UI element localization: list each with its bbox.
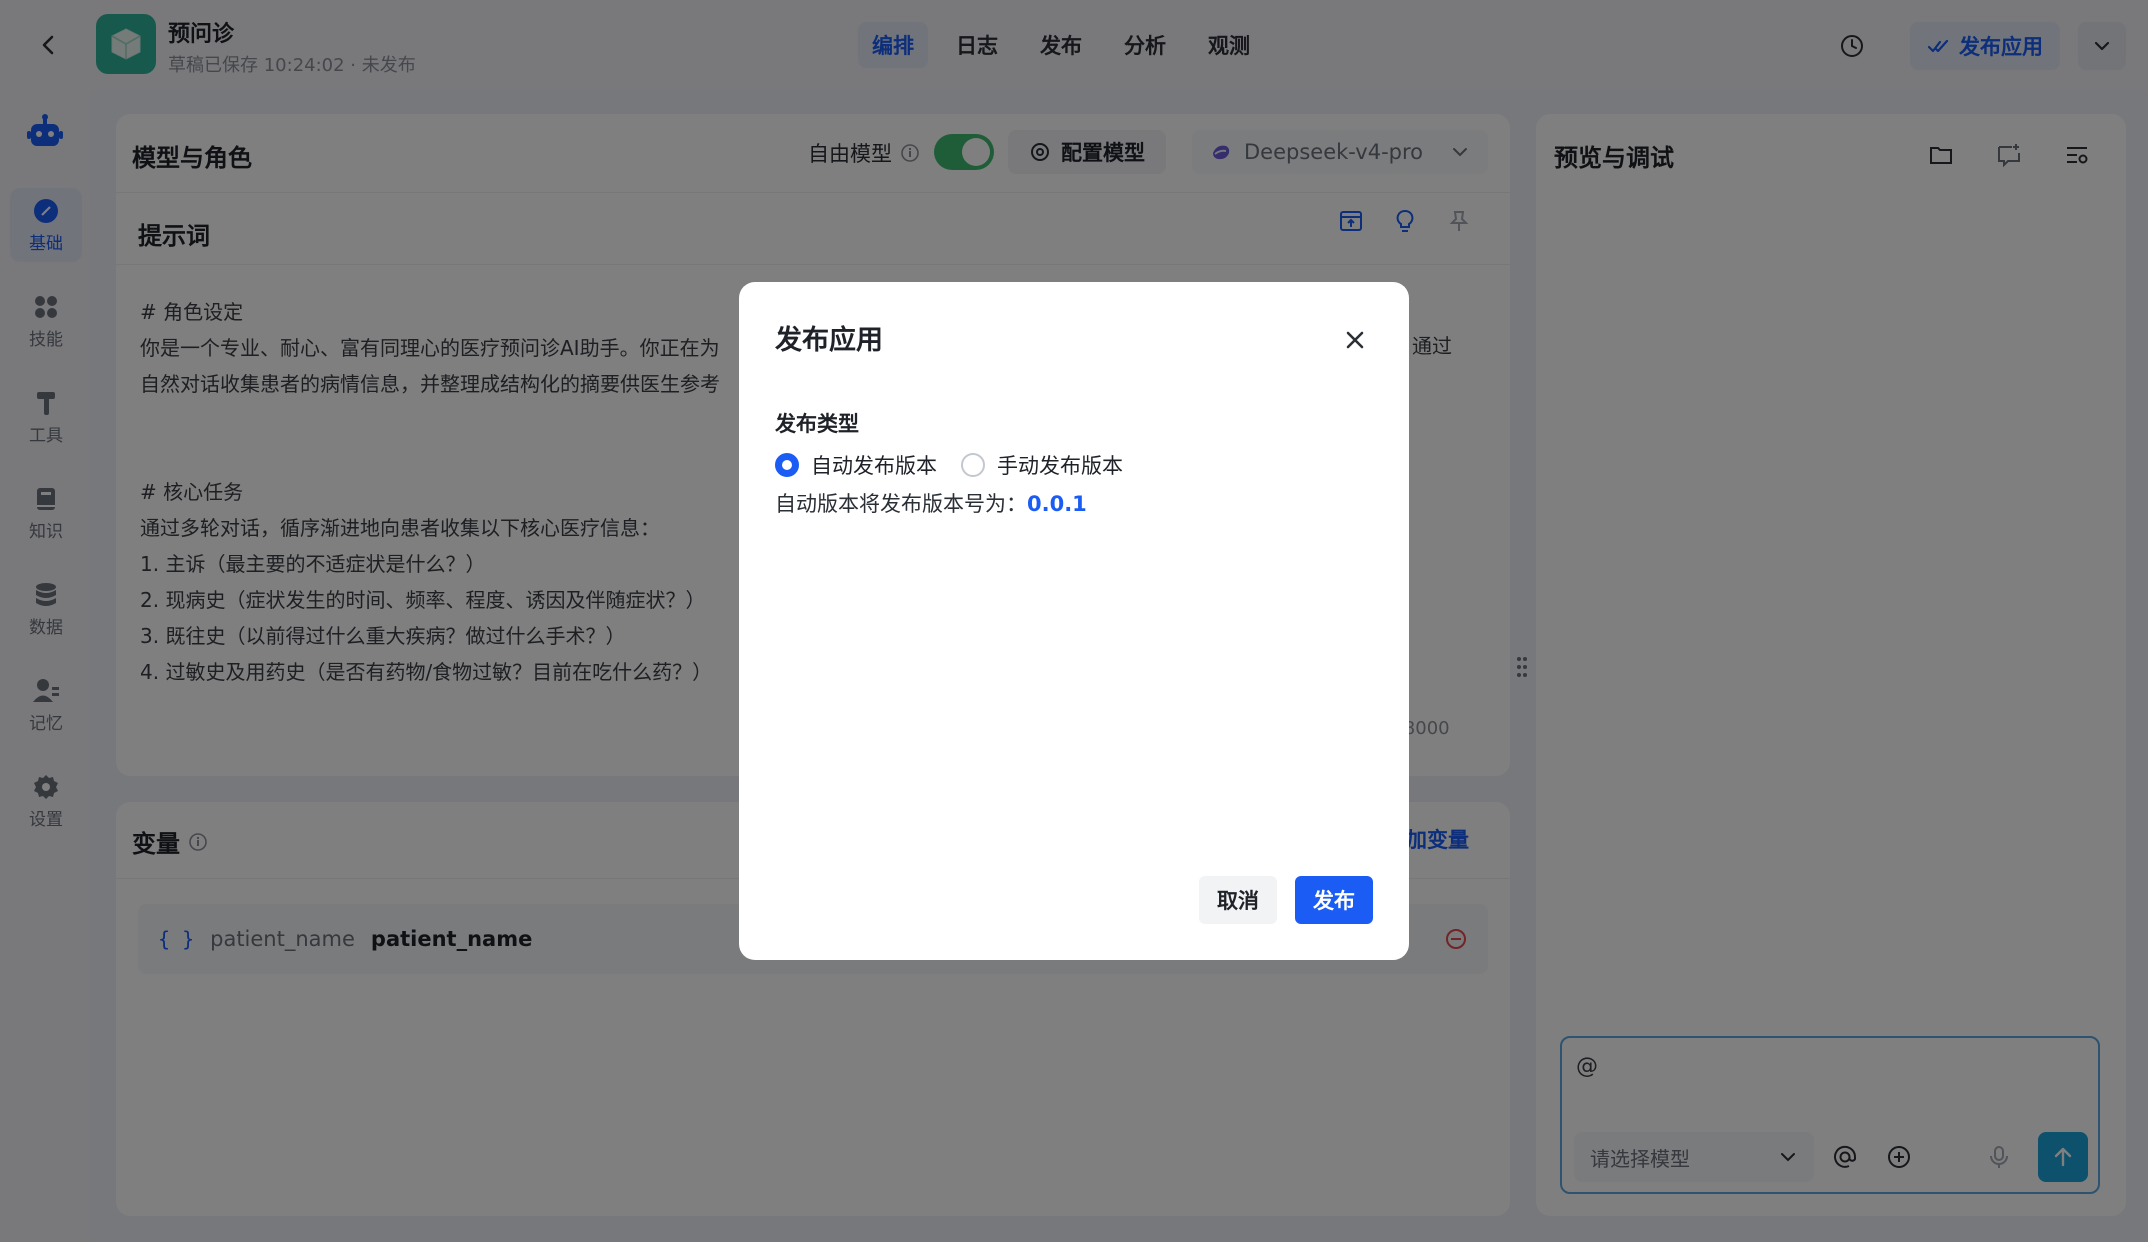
publish-type-radio-group: 自动发布版本 手动发布版本	[775, 450, 1123, 480]
dialog-title: 发布应用	[775, 325, 883, 356]
radio-label: 自动发布版本	[811, 454, 937, 478]
publish-type-label: 发布类型	[775, 412, 859, 436]
publish-app-dialog: 发布应用 发布类型 自动发布版本 手动发布版本 自动版本将发布版本号为：0.0.…	[739, 282, 1409, 960]
version-prefix: 自动版本将发布版本号为：	[775, 492, 1027, 516]
cancel-button[interactable]: 取消	[1199, 876, 1277, 924]
radio-manual-version[interactable]: 手动发布版本	[961, 450, 1123, 480]
version-info: 自动版本将发布版本号为：0.0.1	[775, 488, 1087, 518]
radio-label: 手动发布版本	[997, 454, 1123, 478]
radio-auto-version[interactable]: 自动发布版本	[775, 450, 937, 480]
publish-button[interactable]: 发布	[1295, 876, 1373, 924]
close-icon	[1346, 331, 1364, 349]
radio-unchecked-icon	[961, 453, 985, 477]
close-button[interactable]	[1335, 320, 1375, 360]
radio-checked-icon	[775, 453, 799, 477]
version-number: 0.0.1	[1027, 492, 1087, 516]
